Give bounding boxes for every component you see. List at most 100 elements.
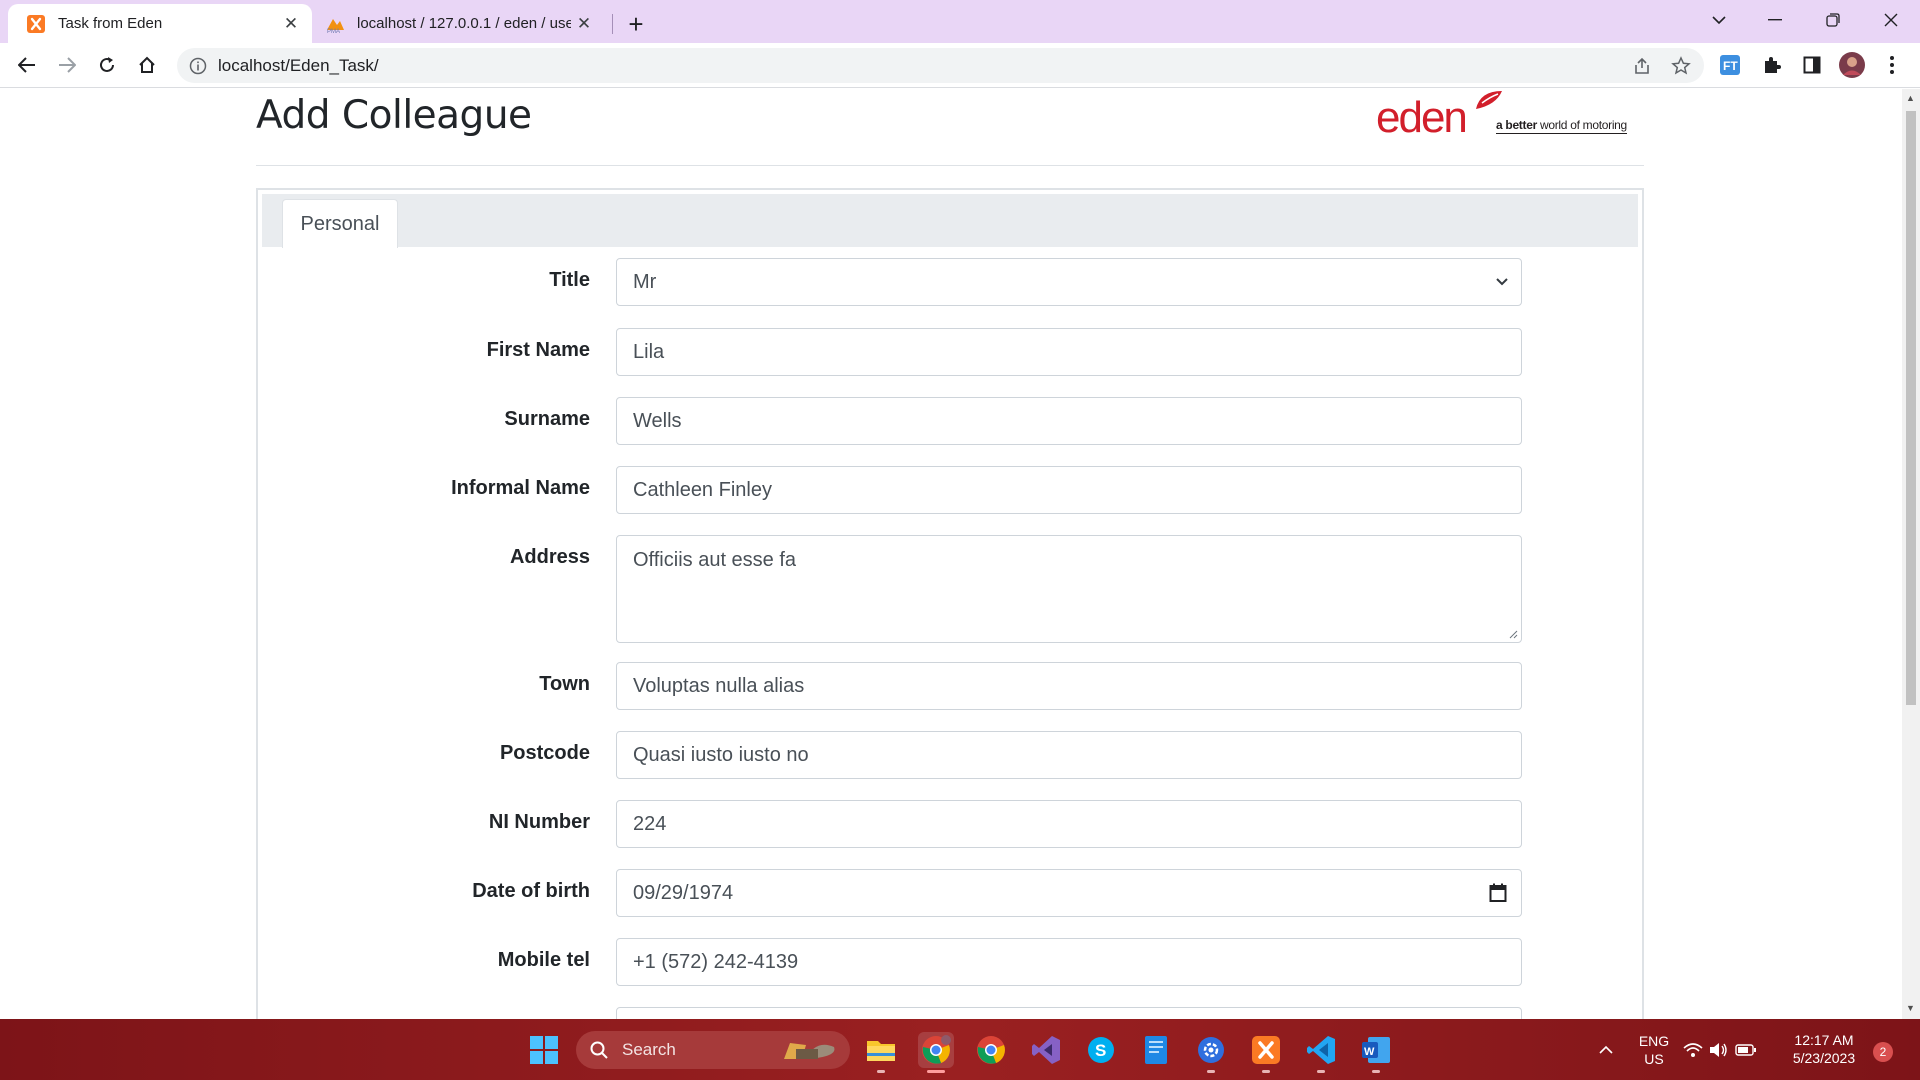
mobile-input[interactable]: +1 (572) 242-4139 xyxy=(616,938,1522,986)
browser-tab-task-from-eden[interactable]: Task from Eden ✕ xyxy=(8,4,312,43)
home-icon[interactable] xyxy=(130,48,164,82)
title-select-value: Mr xyxy=(633,270,657,293)
taskbar-search[interactable]: Search xyxy=(576,1031,850,1069)
system-tray-status[interactable] xyxy=(1680,1032,1760,1068)
restore-button[interactable] xyxy=(1805,0,1861,40)
vscode-icon[interactable] xyxy=(1303,1032,1339,1073)
page-title: Add Colleague xyxy=(256,93,532,138)
visual-studio-icon[interactable] xyxy=(1028,1032,1064,1068)
extensions-puzzle-icon[interactable] xyxy=(1755,48,1789,82)
side-panel-icon[interactable] xyxy=(1795,48,1829,82)
wifi-icon xyxy=(1683,1043,1703,1057)
svg-text:W: W xyxy=(1364,1046,1375,1058)
svg-text:FT: FT xyxy=(1723,59,1738,73)
windows-taskbar: Search S W ENG US 12:17 AM 5/23/2023 xyxy=(0,1019,1920,1080)
resize-grip-icon[interactable] xyxy=(1508,629,1518,639)
file-explorer-icon[interactable] xyxy=(863,1032,899,1073)
scrollbar-thumb[interactable] xyxy=(1906,111,1916,705)
phpmyadmin-icon: PMA xyxy=(327,18,344,34)
browser-menu-icon[interactable] xyxy=(1875,48,1909,82)
new-tab-button[interactable]: + xyxy=(620,8,652,40)
tab-divider xyxy=(612,14,613,34)
running-indicator xyxy=(1262,1070,1270,1073)
svg-text:PMA: PMA xyxy=(327,29,340,34)
notes-app-icon[interactable] xyxy=(1138,1032,1174,1068)
site-info-icon[interactable] xyxy=(189,57,207,75)
tab-title: localhost / 127.0.0.1 / eden / users xyxy=(357,15,571,32)
postcode-label: Postcode xyxy=(499,742,590,764)
chrome-profile-icon[interactable] xyxy=(918,1032,954,1073)
page-scrollbar[interactable]: ▲ ▼ xyxy=(1902,89,1920,1019)
battery-icon xyxy=(1735,1044,1756,1056)
mobile-label: Mobile tel xyxy=(497,949,590,971)
informal-name-label: Informal Name xyxy=(451,477,590,499)
browser-tab-strip: Task from Eden ✕ PMA localhost / 127.0.0… xyxy=(0,0,1920,43)
close-tab-icon[interactable]: ✕ xyxy=(278,11,304,37)
postcode-input[interactable]: Quasi iusto iusto no xyxy=(616,731,1522,779)
tab-search-chevron-icon[interactable] xyxy=(1691,0,1747,40)
back-arrow-icon[interactable] xyxy=(10,48,44,82)
ni-number-input[interactable]: 224 xyxy=(616,800,1522,848)
running-indicator xyxy=(1207,1070,1215,1073)
active-indicator xyxy=(927,1070,945,1073)
skype-icon[interactable]: S xyxy=(1083,1032,1119,1068)
extension-ft-icon[interactable]: FT xyxy=(1713,48,1747,82)
profile-avatar[interactable] xyxy=(1835,48,1869,82)
title-label: Title xyxy=(549,269,590,291)
scroll-up-arrow-icon[interactable]: ▲ xyxy=(1906,93,1915,103)
search-icon xyxy=(590,1041,608,1059)
chrome-icon[interactable] xyxy=(973,1032,1009,1068)
header-divider xyxy=(256,165,1644,166)
reload-icon[interactable] xyxy=(90,48,124,82)
address-value: Officiis aut esse fa xyxy=(633,549,797,571)
language-indicator[interactable]: ENG US xyxy=(1634,1032,1674,1068)
volume-icon xyxy=(1710,1043,1727,1057)
search-highlight-icon xyxy=(784,1043,835,1059)
surname-input[interactable]: Wells xyxy=(616,397,1522,445)
notification-count-badge[interactable]: 2 xyxy=(1873,1042,1893,1062)
surname-label: Surname xyxy=(504,408,590,430)
settings-app-icon[interactable] xyxy=(1193,1032,1229,1073)
region-code: US xyxy=(1644,1051,1664,1067)
windows-start-icon[interactable] xyxy=(526,1032,562,1068)
taskbar-search-label: Search xyxy=(622,1040,676,1059)
dob-date-input[interactable]: 09/29/1974 xyxy=(616,869,1522,917)
bookmark-star-icon[interactable] xyxy=(1667,52,1695,80)
browser-tab-phpmyadmin[interactable]: PMA localhost / 127.0.0.1 / eden / users… xyxy=(315,4,605,43)
calendar-icon[interactable] xyxy=(1489,883,1507,903)
forward-arrow-icon[interactable] xyxy=(50,48,84,82)
dob-value: 09/29/1974 xyxy=(633,881,734,904)
title-select[interactable]: Mr xyxy=(616,258,1522,306)
first-name-input[interactable]: Lila xyxy=(616,328,1522,376)
logo-leaf-icon xyxy=(1476,91,1502,109)
tray-chevron-up-icon[interactable] xyxy=(1588,1032,1624,1068)
town-input[interactable]: Voluptas nulla alias xyxy=(616,662,1522,710)
chevron-down-icon xyxy=(1496,278,1508,286)
logo-wordmark: eden xyxy=(1376,93,1468,142)
scroll-down-arrow-icon[interactable]: ▼ xyxy=(1906,1003,1915,1013)
close-tab-icon[interactable]: ✕ xyxy=(571,11,597,37)
share-icon[interactable] xyxy=(1628,52,1656,80)
word-icon[interactable]: W xyxy=(1358,1032,1394,1073)
svg-text:S: S xyxy=(1095,1041,1106,1060)
address-bar[interactable]: localhost/Eden_Task/ xyxy=(177,48,1704,83)
clock-date: 5/23/2023 xyxy=(1792,1050,1856,1066)
town-label: Town xyxy=(539,673,590,695)
xampp-taskbar-icon[interactable] xyxy=(1248,1032,1284,1073)
address-textarea[interactable]: Officiis aut esse fa xyxy=(616,535,1522,643)
running-indicator xyxy=(1317,1070,1325,1073)
language-code: ENG xyxy=(1638,1033,1670,1049)
informal-name-input[interactable]: Cathleen Finley xyxy=(616,466,1522,514)
taskbar-clock[interactable]: 12:17 AM 5/23/2023 xyxy=(1784,1031,1864,1067)
tab-personal[interactable]: Personal xyxy=(282,199,398,248)
first-name-label: First Name xyxy=(486,339,590,361)
eden-logo: eden a better world of motoring xyxy=(1376,89,1644,145)
next-field-input[interactable] xyxy=(616,1007,1522,1019)
close-window-button[interactable] xyxy=(1863,0,1919,40)
tab-title: Task from Eden xyxy=(58,15,163,32)
dob-label: Date of birth xyxy=(472,880,590,902)
url-text: localhost/Eden_Task/ xyxy=(218,55,379,75)
minimize-button[interactable] xyxy=(1747,0,1803,40)
running-indicator xyxy=(877,1070,885,1073)
page-content: Add Colleague eden a better world of mot… xyxy=(0,89,1902,1019)
